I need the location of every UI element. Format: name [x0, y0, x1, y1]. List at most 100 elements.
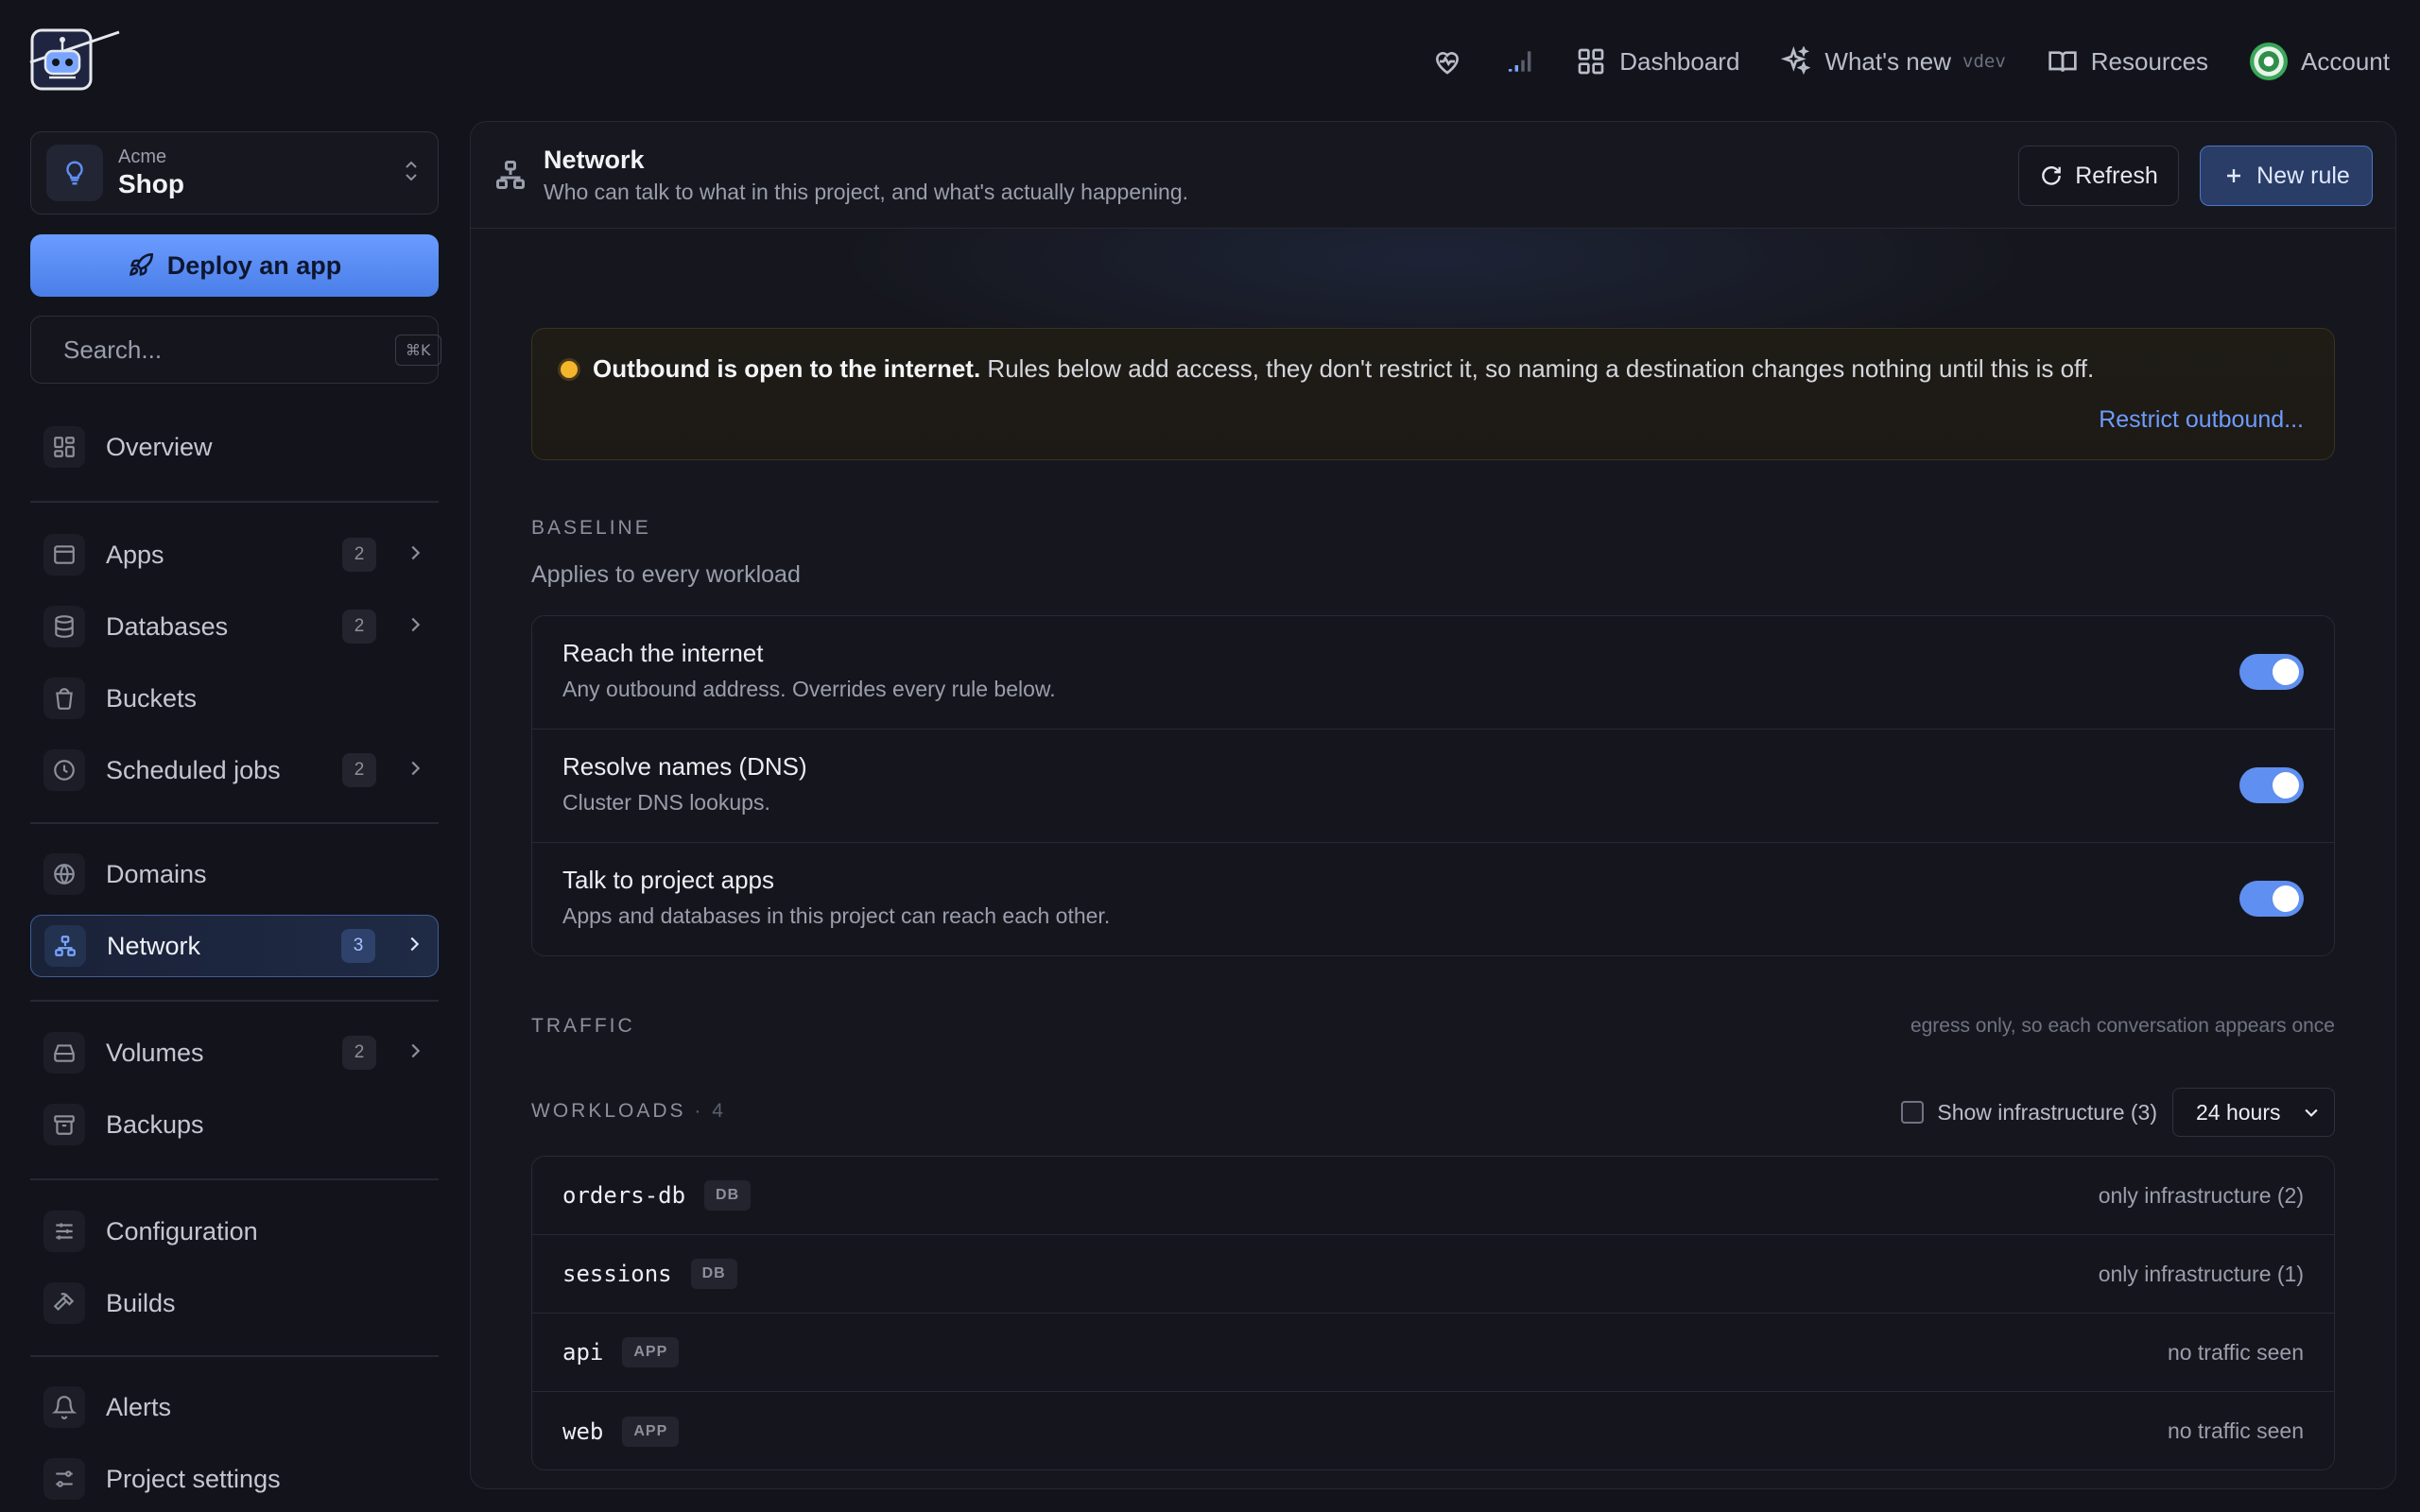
workload-name: api [562, 1339, 604, 1366]
whats-new-link[interactable]: What's new vdev [1781, 46, 2006, 77]
version-tag: vdev [1962, 51, 2006, 72]
sidebar-item-count: 3 [341, 929, 375, 963]
warning-strong: Outbound is open to the internet. [593, 354, 981, 383]
resources-label: Resources [2090, 46, 2209, 76]
baseline-subtitle: Applies to every workload [531, 561, 801, 588]
workload-name: web [562, 1418, 604, 1445]
sidebar-item-volumes[interactable]: Volumes 2 [30, 1022, 439, 1084]
workload-name: orders-db [562, 1182, 686, 1209]
sidebar-item-label: Backups [106, 1109, 204, 1139]
show-infrastructure-toggle[interactable]: Show infrastructure (3) [1901, 1100, 2157, 1125]
internet-toggle[interactable] [2239, 654, 2304, 690]
project-switcher[interactable]: Acme Shop [30, 131, 439, 215]
warning-body: Rules below add access, they don't restr… [980, 354, 2095, 383]
workload-name: sessions [562, 1261, 672, 1287]
sidebar-item-apps[interactable]: Apps 2 [30, 524, 439, 586]
search-shortcut: ⌘K [395, 334, 441, 366]
database-icon [55, 615, 74, 638]
workload-row[interactable]: sessions DB only infrastructure (1) [532, 1235, 2334, 1314]
chevron-right-icon [411, 761, 421, 775]
sidebar-item-databases[interactable]: Databases 2 [30, 595, 439, 658]
sidebar-item-label: Overview [106, 432, 213, 461]
sidebar-item-overview[interactable]: Overview [30, 416, 439, 478]
sidebar-divider [30, 1355, 439, 1357]
sidebar-divider [30, 1000, 439, 1002]
sidebar-item-network[interactable]: Network 3 [30, 915, 439, 977]
chevron-right-icon [410, 936, 420, 951]
rule-title: Reach the internet [562, 639, 764, 667]
sidebar-item-scheduled-jobs[interactable]: Scheduled jobs 2 [30, 739, 439, 801]
workload-row[interactable]: web APP no traffic seen [532, 1392, 2334, 1469]
search-input[interactable] [63, 335, 380, 365]
project-name: Shop [118, 169, 184, 198]
deploy-label: Deploy an app [166, 250, 342, 280]
rule-title: Talk to project apps [562, 866, 775, 894]
traffic-heading: TRAFFIC [531, 1015, 635, 1037]
workload-status: only infrastructure (1) [2098, 1261, 2304, 1286]
sidebar-divider [30, 822, 439, 824]
sidebar-item-label: Alerts [106, 1392, 172, 1421]
project-org: Acme [118, 146, 167, 167]
lightbulb-icon [66, 161, 83, 185]
refresh-button[interactable]: Refresh [2018, 146, 2179, 206]
sidebar-divider [30, 1178, 439, 1180]
heartbeat-icon [1436, 52, 1460, 75]
show-infrastructure-checkbox[interactable] [1901, 1101, 1925, 1124]
settings-sliders-icon [56, 1470, 73, 1487]
project-apps-toggle[interactable] [2239, 881, 2304, 917]
rule-description: Any outbound address. Overrides every ru… [562, 677, 1056, 701]
time-range-value: 24 hours [2196, 1099, 2281, 1125]
resources-link[interactable]: Resources [2048, 46, 2208, 77]
sidebar-item-project-settings[interactable]: Project settings [30, 1448, 439, 1510]
workloads-list: orders-db DB only infrastructure (2) ses… [531, 1156, 2335, 1470]
workload-kind-badge: DB [704, 1180, 752, 1211]
warning-text: Outbound is open to the internet. Rules … [593, 354, 2094, 384]
workloads-count: · 4 [694, 1100, 726, 1122]
grid-icon [1578, 48, 1604, 75]
chevron-right-icon [411, 617, 421, 631]
workload-row[interactable]: orders-db DB only infrastructure (2) [532, 1157, 2334, 1235]
usage-button[interactable] [1504, 46, 1534, 77]
network-icon [55, 936, 76, 956]
network-panel: Network Who can talk to what in this pro… [470, 121, 2396, 1489]
account-menu[interactable]: Account [2250, 43, 2390, 80]
signal-bars-icon [1509, 51, 1531, 72]
baseline-heading: BASELINE [531, 517, 651, 539]
chevron-up-down-icon [406, 161, 417, 180]
panel-header: Network Who can talk to what in this pro… [471, 122, 2395, 229]
dashboard-link[interactable]: Dashboard [1576, 46, 1739, 77]
rule-title: Resolve names (DNS) [562, 752, 807, 781]
workload-controls: Show infrastructure (3) 24 hours [1901, 1088, 2335, 1137]
refresh-icon [2042, 166, 2062, 185]
app-logo[interactable] [28, 26, 123, 93]
restrict-outbound-link[interactable]: Restrict outbound... [2099, 406, 2304, 434]
page-title: Network [544, 146, 645, 174]
page-subtitle: Who can talk to what in this project, an… [544, 180, 1189, 204]
rule-row-project-apps: Talk to project apps Apps and databases … [532, 843, 2334, 955]
new-rule-button[interactable]: New rule [2200, 146, 2373, 206]
sliders-icon [56, 1223, 73, 1240]
sidebar-item-builds[interactable]: Builds [30, 1272, 439, 1334]
time-range-select[interactable]: 24 hours [2172, 1088, 2335, 1137]
health-button[interactable] [1432, 46, 1462, 77]
sparkles-icon [1781, 46, 1811, 76]
sidebar-item-alerts[interactable]: Alerts [30, 1376, 439, 1438]
sidebar-item-label: Volumes [106, 1038, 204, 1067]
dns-toggle[interactable] [2239, 767, 2304, 803]
workload-row[interactable]: api APP no traffic seen [532, 1314, 2334, 1392]
chevron-right-icon [411, 1043, 421, 1057]
warning-dot-icon [561, 361, 578, 378]
new-rule-label: New rule [2256, 162, 2350, 189]
sidebar-item-buckets[interactable]: Buckets [30, 667, 439, 730]
book-open-icon [2048, 51, 2077, 72]
sidebar-item-configuration[interactable]: Configuration [30, 1200, 439, 1263]
sidebar-divider [30, 501, 439, 503]
sidebar-item-domains[interactable]: Domains [30, 843, 439, 905]
deploy-app-button[interactable]: Deploy an app [30, 234, 439, 297]
workloads-title: WORKLOADS [531, 1100, 686, 1122]
search-field[interactable]: ⌘K [30, 316, 441, 384]
clock-icon [54, 760, 75, 781]
bell-icon [52, 1396, 77, 1419]
sidebar-item-backups[interactable]: Backups [30, 1093, 439, 1156]
sidebar-item-count: 2 [342, 538, 376, 572]
